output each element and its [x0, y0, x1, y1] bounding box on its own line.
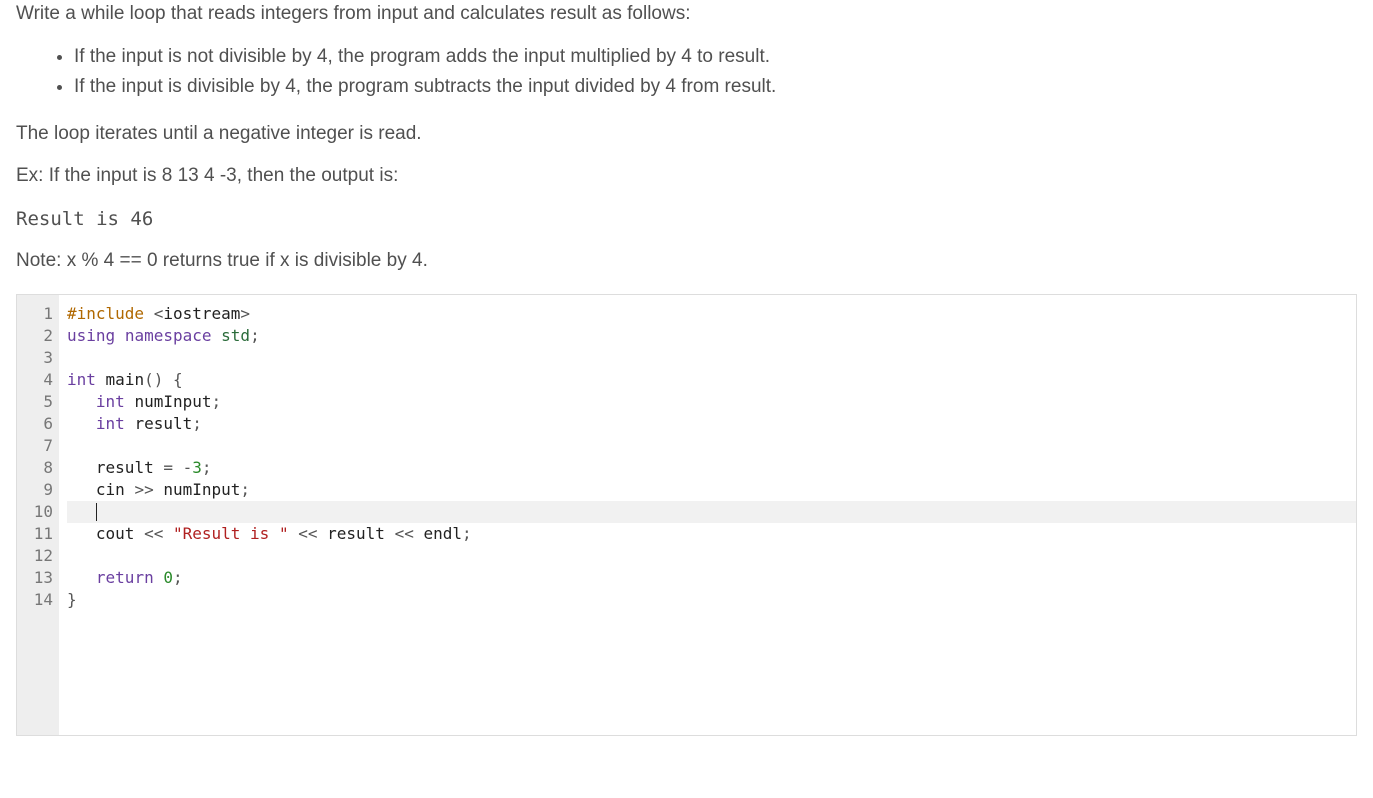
code-area[interactable]: #include <iostream>using namespace std; i…: [59, 295, 1356, 735]
example-output: Result is 46: [16, 205, 1357, 234]
code-editor[interactable]: 1234567891011121314 #include <iostream>u…: [16, 294, 1357, 736]
line-number: 4: [27, 369, 53, 391]
problem-statement: Write a while loop that reads integers f…: [16, 0, 1357, 276]
code-line[interactable]: using namespace std;: [67, 325, 1356, 347]
line-number: 3: [27, 347, 53, 369]
code-line[interactable]: cin >> numInput;: [67, 479, 1356, 501]
bullet-list: If the input is not divisible by 4, the …: [16, 43, 1357, 102]
code-line[interactable]: [67, 435, 1356, 457]
line-number: 12: [27, 545, 53, 567]
example-intro-paragraph: Ex: If the input is 8 13 4 -3, then the …: [16, 162, 1357, 191]
line-number: 9: [27, 479, 53, 501]
code-line[interactable]: [67, 347, 1356, 369]
line-number: 2: [27, 325, 53, 347]
line-number: 6: [27, 413, 53, 435]
line-number: 1: [27, 303, 53, 325]
line-number-gutter: 1234567891011121314: [17, 295, 59, 735]
code-line[interactable]: result = -3;: [67, 457, 1356, 479]
intro-paragraph: Write a while loop that reads integers f…: [16, 0, 1357, 29]
line-number: 14: [27, 589, 53, 611]
bullet-item: If the input is divisible by 4, the prog…: [74, 73, 1357, 102]
code-line[interactable]: }: [67, 589, 1356, 611]
line-number: 8: [27, 457, 53, 479]
line-number: 10: [27, 501, 53, 523]
code-line[interactable]: int numInput;: [67, 391, 1356, 413]
code-line[interactable]: [67, 501, 1356, 523]
loop-condition-paragraph: The loop iterates until a negative integ…: [16, 120, 1357, 149]
text-cursor: [96, 503, 97, 521]
line-number: 5: [27, 391, 53, 413]
line-number: 7: [27, 435, 53, 457]
code-line[interactable]: int result;: [67, 413, 1356, 435]
code-line[interactable]: [67, 545, 1356, 567]
code-line[interactable]: return 0;: [67, 567, 1356, 589]
bullet-item: If the input is not divisible by 4, the …: [74, 43, 1357, 72]
note-paragraph: Note: x % 4 == 0 returns true if x is di…: [16, 247, 1357, 276]
code-line[interactable]: cout << "Result is " << result << endl;: [67, 523, 1356, 545]
code-line[interactable]: #include <iostream>: [67, 303, 1356, 325]
code-line[interactable]: int main() {: [67, 369, 1356, 391]
line-number: 13: [27, 567, 53, 589]
line-number: 11: [27, 523, 53, 545]
